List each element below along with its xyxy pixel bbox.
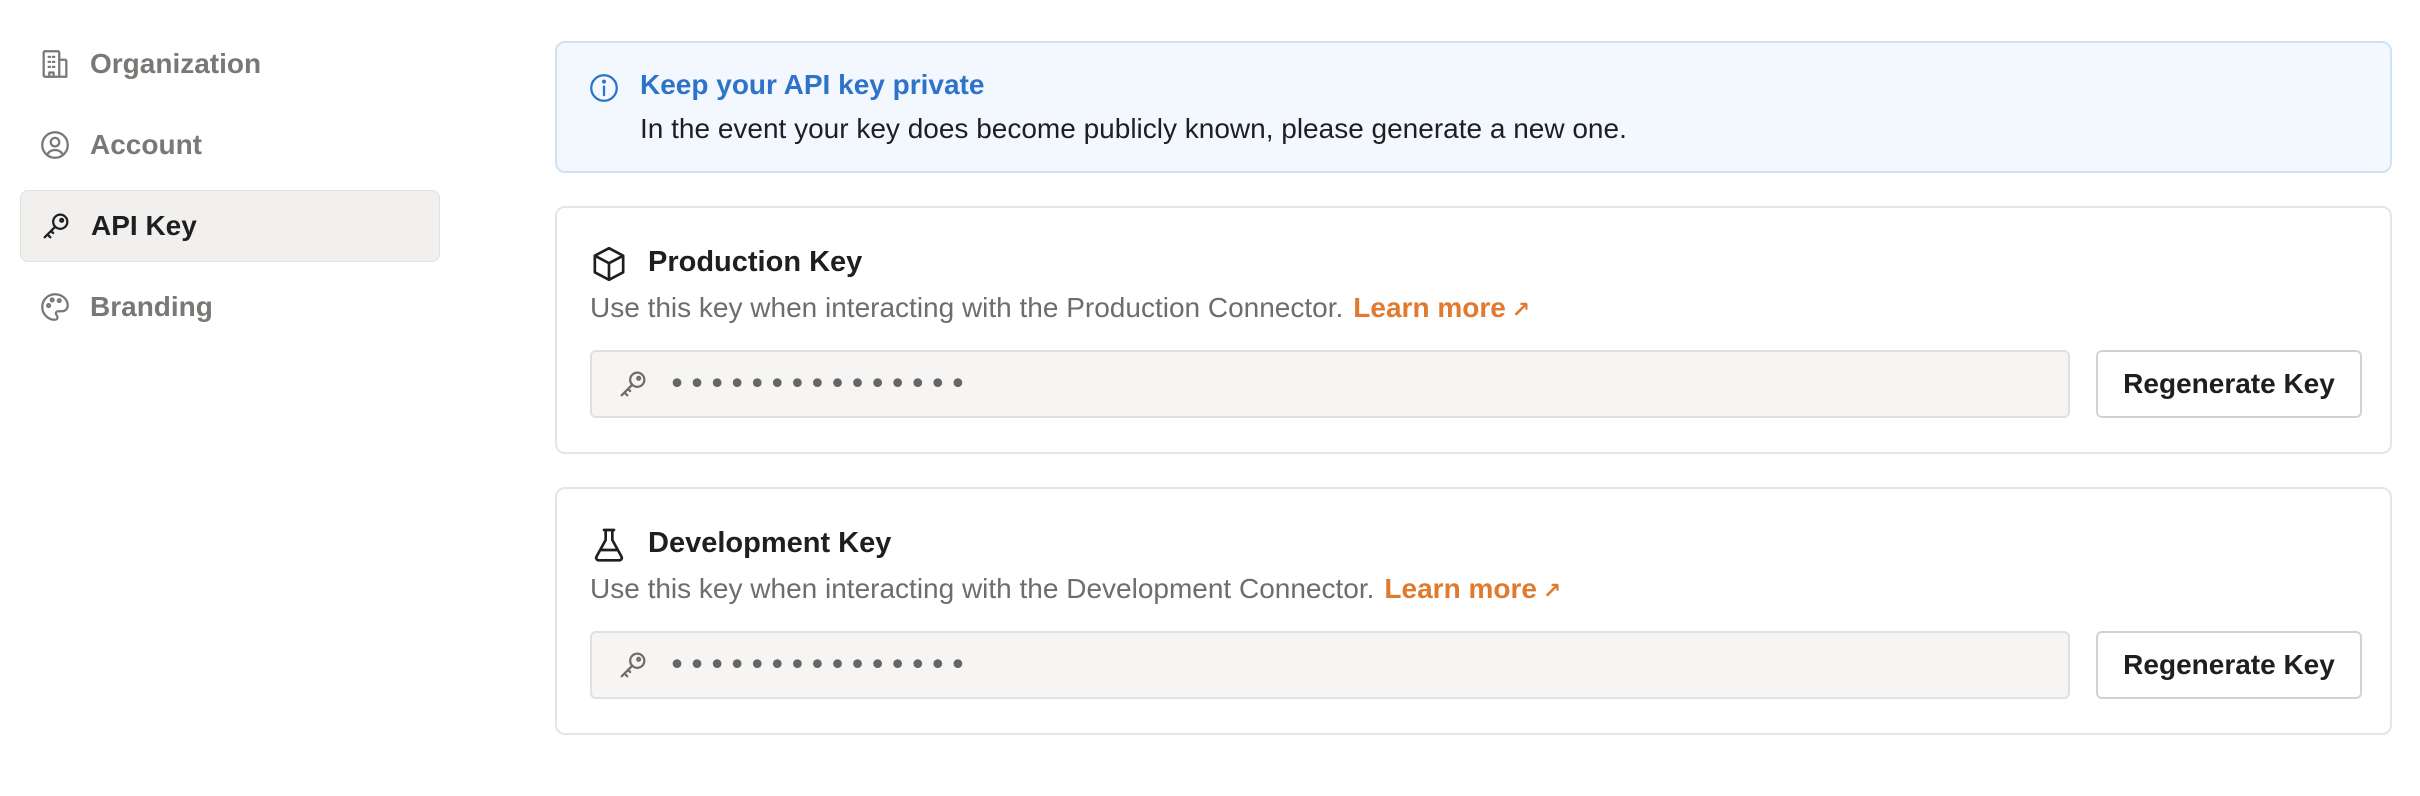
sidebar-item-label: Organization bbox=[90, 48, 262, 79]
production-key-field[interactable]: ••••••••••••••• bbox=[590, 350, 2070, 418]
info-icon bbox=[590, 74, 618, 102]
sidebar-item-label: Account bbox=[90, 129, 202, 160]
regenerate-key-button[interactable]: Regenerate Key bbox=[2096, 350, 2362, 418]
alert-body: In the event your key does become public… bbox=[640, 113, 1627, 144]
sidebar-item-label: Branding bbox=[90, 291, 213, 322]
sidebar-item-label: API Key bbox=[91, 210, 197, 241]
card-title: Development Key bbox=[648, 527, 892, 559]
building-icon bbox=[38, 47, 72, 81]
card-title: Production Key bbox=[648, 246, 863, 278]
sidebar-item-organization[interactable]: Organization bbox=[20, 28, 440, 100]
alert-title: Keep your API key private bbox=[640, 69, 985, 100]
masked-key: ••••••••••••••• bbox=[668, 366, 969, 402]
sidebar-item-account[interactable]: Account bbox=[20, 109, 440, 181]
card-description: Use this key when interacting with the P… bbox=[590, 292, 1530, 324]
key-icon bbox=[39, 209, 73, 243]
production-key-card: Production Key Use this key when interac… bbox=[555, 206, 2392, 454]
learn-more-link[interactable]: Learn more ↗ bbox=[1353, 292, 1530, 323]
description-text: Use this key when interacting with the D… bbox=[590, 573, 1375, 604]
sidebar: Organization Account API Key Branding bbox=[20, 28, 440, 352]
key-icon bbox=[620, 652, 646, 678]
main-content: Keep your API key private In the event y… bbox=[555, 41, 2392, 735]
external-arrow-icon: ↗ bbox=[1511, 297, 1531, 322]
sidebar-item-branding[interactable]: Branding bbox=[20, 271, 440, 343]
learn-more-link[interactable]: Learn more ↗ bbox=[1384, 573, 1561, 604]
card-description: Use this key when interacting with the D… bbox=[590, 573, 1561, 605]
sidebar-item-api-key[interactable]: API Key bbox=[20, 190, 440, 262]
palette-icon bbox=[38, 290, 72, 324]
regenerate-key-button[interactable]: Regenerate Key bbox=[2096, 631, 2362, 699]
description-text: Use this key when interacting with the P… bbox=[590, 292, 1344, 323]
external-arrow-icon: ↗ bbox=[1542, 578, 1562, 603]
cube-icon bbox=[593, 246, 625, 282]
development-key-card: Development Key Use this key when intera… bbox=[555, 487, 2392, 735]
development-key-field[interactable]: ••••••••••••••• bbox=[590, 631, 2070, 699]
user-circle-icon bbox=[38, 128, 72, 162]
flask-icon bbox=[594, 528, 624, 562]
info-alert: Keep your API key private In the event y… bbox=[555, 41, 2392, 173]
key-icon bbox=[620, 371, 646, 397]
masked-key: ••••••••••••••• bbox=[668, 647, 969, 683]
